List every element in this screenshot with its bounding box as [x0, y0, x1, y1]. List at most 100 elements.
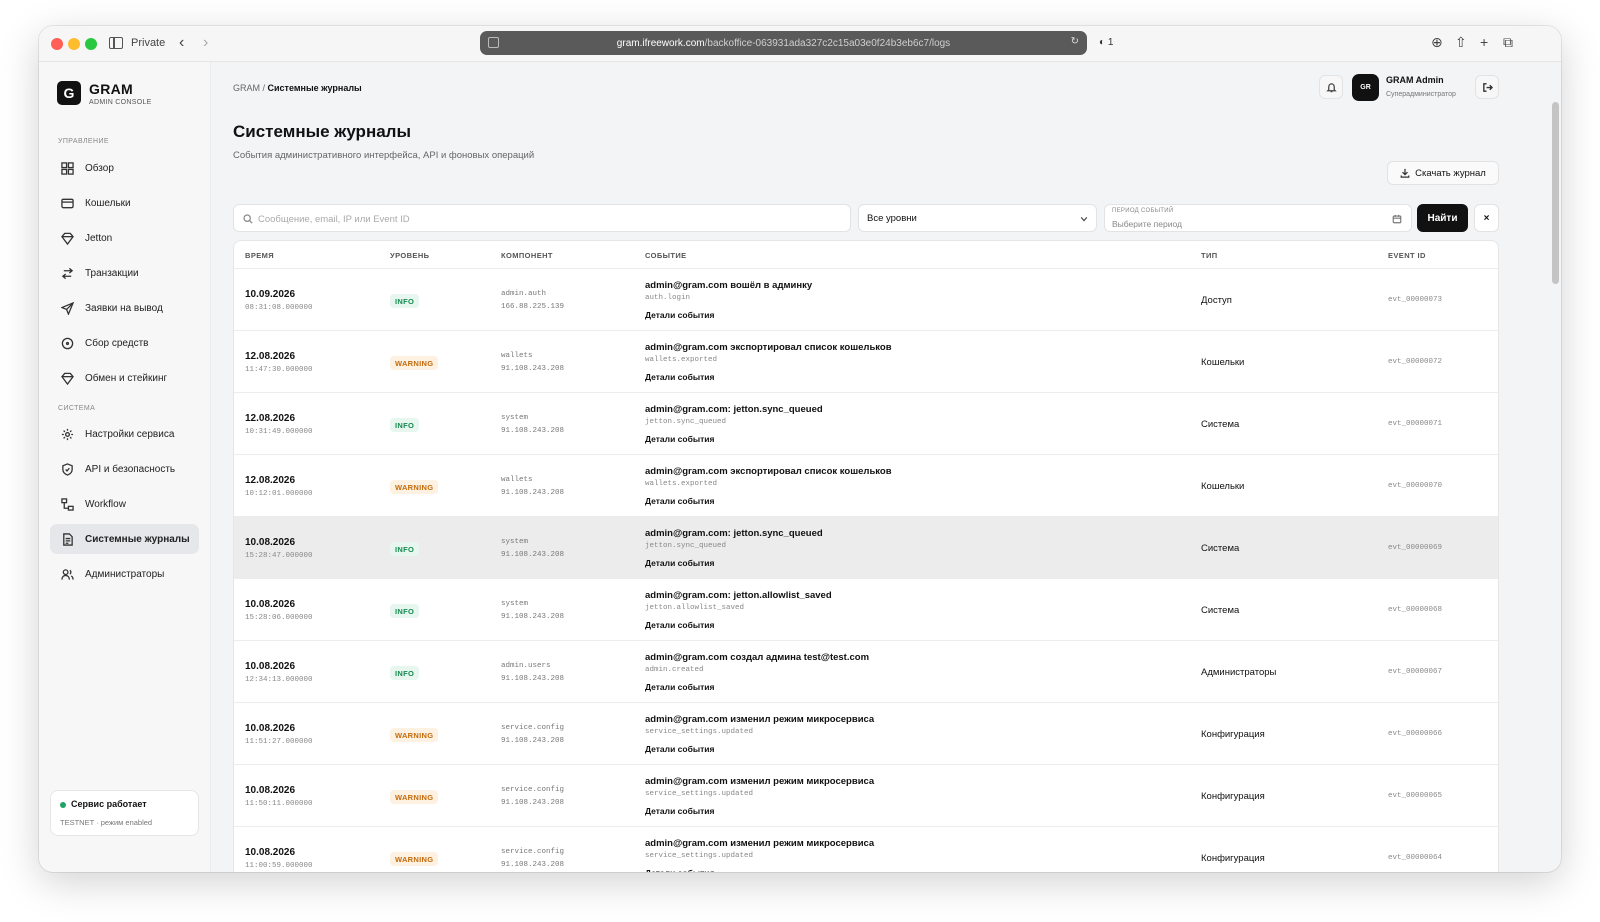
- tabs-overview-icon[interactable]: ⧉: [1503, 34, 1513, 51]
- row-date: 12.08.2026: [245, 475, 296, 486]
- event-details-link[interactable]: Детали события: [645, 434, 714, 444]
- page-subtitle: События административного интерфейса, AP…: [233, 150, 535, 161]
- event-details-link[interactable]: Детали события: [645, 558, 714, 568]
- event-details-link[interactable]: Детали события: [645, 310, 714, 320]
- table-row[interactable]: 12.08.2026 10:31:49.000000 INFO system 91.10…: [234, 393, 1498, 455]
- row-time: 11:00:59.000000: [245, 862, 313, 870]
- table-row[interactable]: 12.08.2026 10:12:01.000000 WARNING wallets 9…: [234, 455, 1498, 517]
- sidebar-item-withdrawals[interactable]: Заявки на вывод: [50, 293, 199, 323]
- column-header-event[interactable]: СОБЫТИЕ: [645, 251, 687, 260]
- minimize-window-button[interactable]: [68, 38, 80, 50]
- table-row[interactable]: 10.08.2026 15:28:47.000000 INFO system 91.10…: [234, 517, 1498, 579]
- download-icon[interactable]: ⊕: [1431, 34, 1443, 51]
- address-bar[interactable]: gram.ifreework.com/backoffice-063931ada3…: [480, 31, 1087, 55]
- sidebar-item-service-settings[interactable]: Настройки сервиса: [50, 419, 199, 449]
- shield-icon[interactable]: ◐ 1: [1099, 37, 1113, 48]
- sidebar-item-wallets[interactable]: Кошельки: [50, 188, 199, 218]
- back-icon[interactable]: ‹: [179, 34, 184, 52]
- column-header-event-id[interactable]: EVENT ID: [1388, 251, 1426, 260]
- period-input[interactable]: [1112, 217, 1382, 230]
- status-subtitle: TESTNET · режим enabled: [60, 818, 153, 827]
- notifications-button[interactable]: [1319, 75, 1343, 99]
- row-ip: 91.108.243.208: [501, 427, 565, 435]
- diamond-icon: [59, 370, 75, 386]
- row-type: Конфигурация: [1201, 791, 1265, 802]
- row-event: admin@gram.com изменил режим микросервис…: [645, 838, 875, 849]
- row-time: 11:51:27.000000: [245, 738, 313, 746]
- event-details-link[interactable]: Детали события: [645, 372, 714, 382]
- sidebar-item-admins[interactable]: Администраторы: [50, 559, 199, 589]
- table-row[interactable]: 10.09.2026 08:31:08.000000 INFO admin.auth 1…: [234, 269, 1498, 331]
- row-ip: 91.108.243.208: [501, 613, 565, 621]
- breadcrumb-root[interactable]: GRAM: [233, 83, 260, 93]
- row-event-code: service_settings.updated: [645, 790, 754, 798]
- logout-button[interactable]: [1475, 75, 1499, 99]
- page-scrollbar[interactable]: [1552, 102, 1559, 284]
- page-settings-icon[interactable]: [488, 37, 499, 48]
- reload-icon[interactable]: ↻: [1071, 36, 1079, 47]
- event-details-link[interactable]: Детали события: [645, 620, 714, 630]
- table-row[interactable]: 10.08.2026 11:00:59.000000 WARNING service.…: [234, 827, 1498, 872]
- column-header-time[interactable]: ВРЕМЯ: [245, 251, 274, 260]
- table-row[interactable]: 10.08.2026 12:34:13.000000 INFO admin.users…: [234, 641, 1498, 703]
- sidebar-item-system-logs[interactable]: Системные журналы: [50, 524, 199, 554]
- period-field[interactable]: ПЕРИОД СОБЫТИЙ: [1104, 204, 1412, 232]
- download-log-button[interactable]: Скачать журнал: [1387, 161, 1499, 185]
- event-details-link[interactable]: Детали события: [645, 682, 714, 692]
- logo: G: [57, 81, 81, 105]
- private-label: Private: [131, 37, 166, 49]
- column-header-type[interactable]: ТИП: [1201, 251, 1218, 260]
- event-details-link[interactable]: Детали события: [645, 806, 714, 816]
- row-event-id: evt_00000072: [1388, 358, 1443, 366]
- table-row[interactable]: 10.08.2026 15:28:06.000000 INFO system 91.10…: [234, 579, 1498, 641]
- url-path: /backoffice-063931ada327c2c15a03e0f24b3e…: [704, 37, 951, 49]
- row-component: system: [501, 538, 529, 546]
- row-event-code: wallets.exported: [645, 356, 718, 364]
- column-header-level[interactable]: УРОВЕНЬ: [390, 251, 429, 260]
- sidebar-item-label: Jetton: [85, 232, 113, 244]
- download-log-label: Скачать журнал: [1415, 167, 1486, 179]
- new-tab-icon[interactable]: +: [1480, 34, 1488, 50]
- sidebar-item-api-security[interactable]: API и безопасность: [50, 454, 199, 484]
- table-row[interactable]: 10.08.2026 11:50:11.000000 WARNING service.…: [234, 765, 1498, 827]
- row-type: Система: [1201, 543, 1240, 554]
- sidebar-item-workflow[interactable]: Workflow: [50, 489, 199, 519]
- breadcrumb: GRAM / Системные журналы: [233, 83, 362, 93]
- sidebar-toggle-icon[interactable]: [109, 37, 123, 49]
- clear-filters-button[interactable]: ×: [1474, 204, 1499, 232]
- level-select[interactable]: Все уровни: [858, 204, 1097, 232]
- row-type: Кошельки: [1201, 357, 1245, 368]
- search-input[interactable]: [258, 210, 838, 228]
- sidebar-item-overview[interactable]: Обзор: [50, 153, 199, 183]
- share-icon[interactable]: ⇧: [1455, 34, 1467, 51]
- diamond-icon: [59, 230, 75, 246]
- row-date: 10.08.2026: [245, 723, 296, 734]
- page-title: Системные журналы: [233, 122, 411, 141]
- calendar-icon[interactable]: [1392, 214, 1402, 224]
- row-event-code: jetton.allowlist_saved: [645, 604, 745, 612]
- avatar[interactable]: GR: [1352, 74, 1379, 101]
- logs-table: ВРЕМЯ УРОВЕНЬ КОМПОНЕНТ СОБЫТИЕ ТИП EVEN…: [233, 240, 1499, 872]
- event-details-link[interactable]: Детали события: [645, 744, 714, 754]
- sidebar-item-fundraising[interactable]: Сбор средств: [50, 328, 199, 358]
- sidebar-item-jetton[interactable]: Jetton: [50, 223, 199, 253]
- event-details-link[interactable]: Детали события: [645, 868, 714, 872]
- find-button[interactable]: Найти: [1417, 204, 1468, 232]
- sidebar-item-label: Системные журналы: [85, 533, 190, 545]
- row-time: 10:31:49.000000: [245, 428, 313, 436]
- level-badge: WARNING: [390, 790, 439, 804]
- close-window-button[interactable]: [51, 38, 63, 50]
- sidebar-item-exchange-staking[interactable]: Обмен и стейкинг: [50, 363, 199, 393]
- sidebar-item-transactions[interactable]: Транзакции: [50, 258, 199, 288]
- send-icon: [59, 300, 75, 316]
- table-row[interactable]: 12.08.2026 11:47:30.000000 WARNING wallets 9…: [234, 331, 1498, 393]
- sidebar-item-label: Обзор: [85, 162, 114, 174]
- column-header-component[interactable]: КОМПОНЕНТ: [501, 251, 553, 260]
- table-row[interactable]: 10.08.2026 11:51:27.000000 WARNING service.…: [234, 703, 1498, 765]
- maximize-window-button[interactable]: [85, 38, 97, 50]
- forward-icon[interactable]: ›: [203, 34, 208, 52]
- event-details-link[interactable]: Детали события: [645, 496, 714, 506]
- level-badge: INFO: [390, 666, 420, 680]
- search-field[interactable]: [233, 204, 851, 232]
- sidebar-item-label: Кошельки: [85, 197, 131, 209]
